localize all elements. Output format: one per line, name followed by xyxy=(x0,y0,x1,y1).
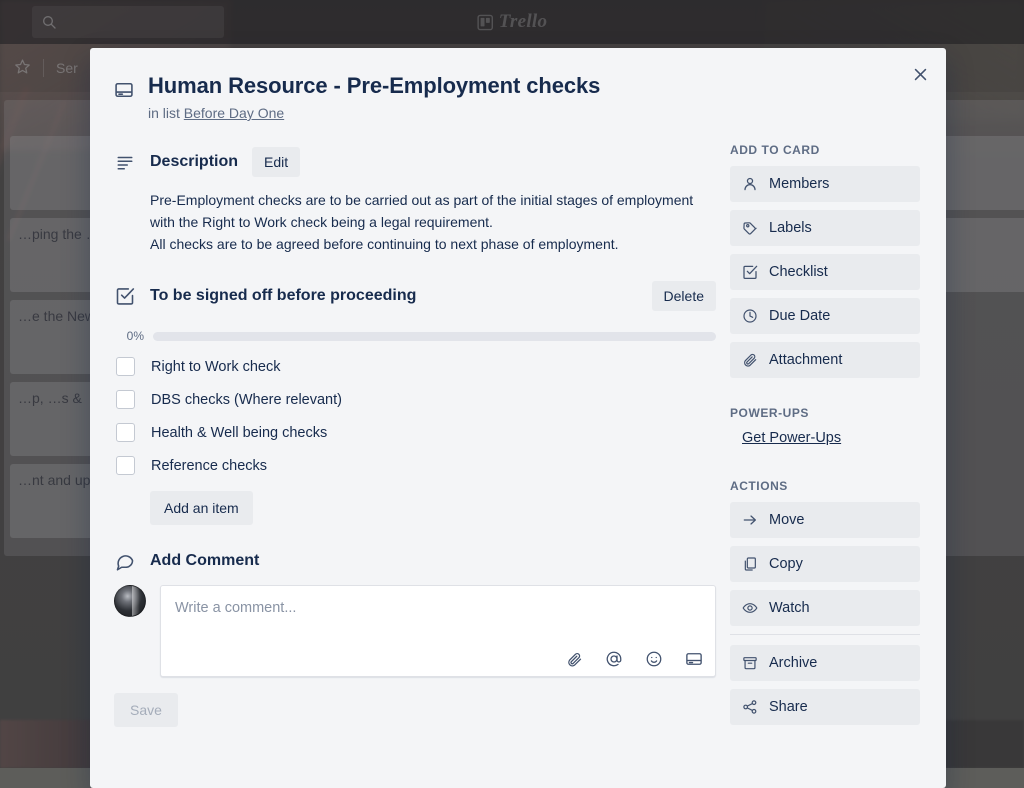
move-button[interactable]: Move xyxy=(730,502,920,538)
checklist-icon xyxy=(742,264,758,280)
add-attachment-button[interactable]: Attachment xyxy=(730,342,920,378)
add-due-date-label: Due Date xyxy=(769,308,830,324)
comment-composer xyxy=(114,585,716,677)
comment-toolbar xyxy=(566,650,703,668)
checklist-item[interactable]: Health & Well being checks xyxy=(114,423,716,442)
add-checklist-label: Checklist xyxy=(769,264,828,280)
list-link[interactable]: Before Day One xyxy=(184,105,284,121)
powerups-heading: POWER-UPS xyxy=(730,406,920,420)
checklist-item[interactable]: Reference checks xyxy=(114,456,716,475)
card-icon xyxy=(114,72,134,121)
add-checklist-button[interactable]: Checklist xyxy=(730,254,920,290)
close-button[interactable] xyxy=(904,58,936,90)
aside-spacer xyxy=(730,467,920,479)
checklist-item-label: Reference checks xyxy=(151,458,267,474)
card-list-location: in list Before Day One xyxy=(148,105,600,121)
checklist-item-label: Right to Work check xyxy=(151,359,280,375)
add-labels-button[interactable]: Labels xyxy=(730,210,920,246)
checkbox[interactable] xyxy=(116,423,135,442)
checklist-item[interactable]: DBS checks (Where relevant) xyxy=(114,390,716,409)
card-icon[interactable] xyxy=(685,650,703,668)
card-header: Human Resource - Pre-Employment checks i… xyxy=(90,48,946,121)
emoji-icon[interactable] xyxy=(645,650,663,668)
progress-track xyxy=(153,332,716,341)
avatar[interactable] xyxy=(114,585,146,617)
checkbox[interactable] xyxy=(116,357,135,376)
checklist-section-header: To be signed off before proceeding Delet… xyxy=(114,281,716,311)
checkbox[interactable] xyxy=(116,456,135,475)
edit-description-button[interactable]: Edit xyxy=(252,147,300,177)
card-detail-modal: Human Resource - Pre-Employment checks i… xyxy=(90,48,946,788)
add-labels-label: Labels xyxy=(769,220,812,236)
aside-spacer xyxy=(730,447,920,467)
add-checklist-item-button[interactable]: Add an item xyxy=(150,491,253,525)
checklist-items: Right to Work check DBS checks (Where re… xyxy=(114,357,716,475)
close-icon xyxy=(912,66,929,83)
share-icon xyxy=(742,699,758,715)
comment-input[interactable] xyxy=(161,586,715,636)
member-icon xyxy=(742,176,758,192)
move-label: Move xyxy=(769,512,804,528)
description-section-header: Description Edit xyxy=(114,147,716,177)
archive-label: Archive xyxy=(769,655,817,671)
checklist-item-label: DBS checks (Where relevant) xyxy=(151,392,342,408)
label-icon xyxy=(742,220,758,236)
copy-label: Copy xyxy=(769,556,803,572)
add-due-date-button[interactable]: Due Date xyxy=(730,298,920,334)
add-members-label: Members xyxy=(769,176,829,192)
modal-body: Description Edit Pre-Employment checks a… xyxy=(90,121,946,733)
checklist-item[interactable]: Right to Work check xyxy=(114,357,716,376)
card-main-column: Description Edit Pre-Employment checks a… xyxy=(114,121,716,733)
watch-button[interactable]: Watch xyxy=(730,590,920,626)
attachment-icon[interactable] xyxy=(566,650,583,668)
actions-heading: ACTIONS xyxy=(730,479,920,493)
comment-icon xyxy=(114,551,136,571)
checkbox[interactable] xyxy=(116,390,135,409)
description-icon xyxy=(114,153,136,171)
attachment-icon xyxy=(742,352,758,368)
add-to-card-heading: ADD TO CARD xyxy=(730,143,920,157)
get-powerups-link[interactable]: Get Power-Ups xyxy=(742,430,841,446)
page-title: Human Resource - Pre-Employment checks xyxy=(148,72,600,100)
archive-icon xyxy=(742,655,758,671)
comment-title: Add Comment xyxy=(150,552,259,570)
aside-divider xyxy=(730,634,920,635)
comment-editor[interactable] xyxy=(160,585,716,677)
copy-icon xyxy=(742,556,758,572)
checklist-progress: 0% xyxy=(116,329,716,343)
save-comment-button[interactable]: Save xyxy=(114,693,178,727)
share-button[interactable]: Share xyxy=(730,689,920,725)
watch-label: Watch xyxy=(769,600,810,616)
share-label: Share xyxy=(769,699,808,715)
checklist-icon xyxy=(114,286,136,306)
copy-button[interactable]: Copy xyxy=(730,546,920,582)
description-title: Description xyxy=(150,153,238,171)
add-attachment-label: Attachment xyxy=(769,352,842,368)
in-list-label: in list xyxy=(148,105,180,121)
add-members-button[interactable]: Members xyxy=(730,166,920,202)
clock-icon xyxy=(742,308,758,324)
eye-icon xyxy=(742,600,758,616)
delete-checklist-button[interactable]: Delete xyxy=(652,281,716,311)
progress-label: 0% xyxy=(116,329,144,343)
aside-spacer xyxy=(730,386,920,406)
arrow-right-icon xyxy=(742,512,758,528)
archive-button[interactable]: Archive xyxy=(730,645,920,681)
checklist-item-label: Health & Well being checks xyxy=(151,425,327,441)
comment-section-header: Add Comment xyxy=(114,551,716,571)
mention-icon[interactable] xyxy=(605,650,623,668)
checklist-title: To be signed off before proceeding xyxy=(150,287,416,305)
description-text: Pre-Employment checks are to be carried … xyxy=(150,189,716,255)
card-sidebar: ADD TO CARD Members Labels xyxy=(730,121,920,733)
